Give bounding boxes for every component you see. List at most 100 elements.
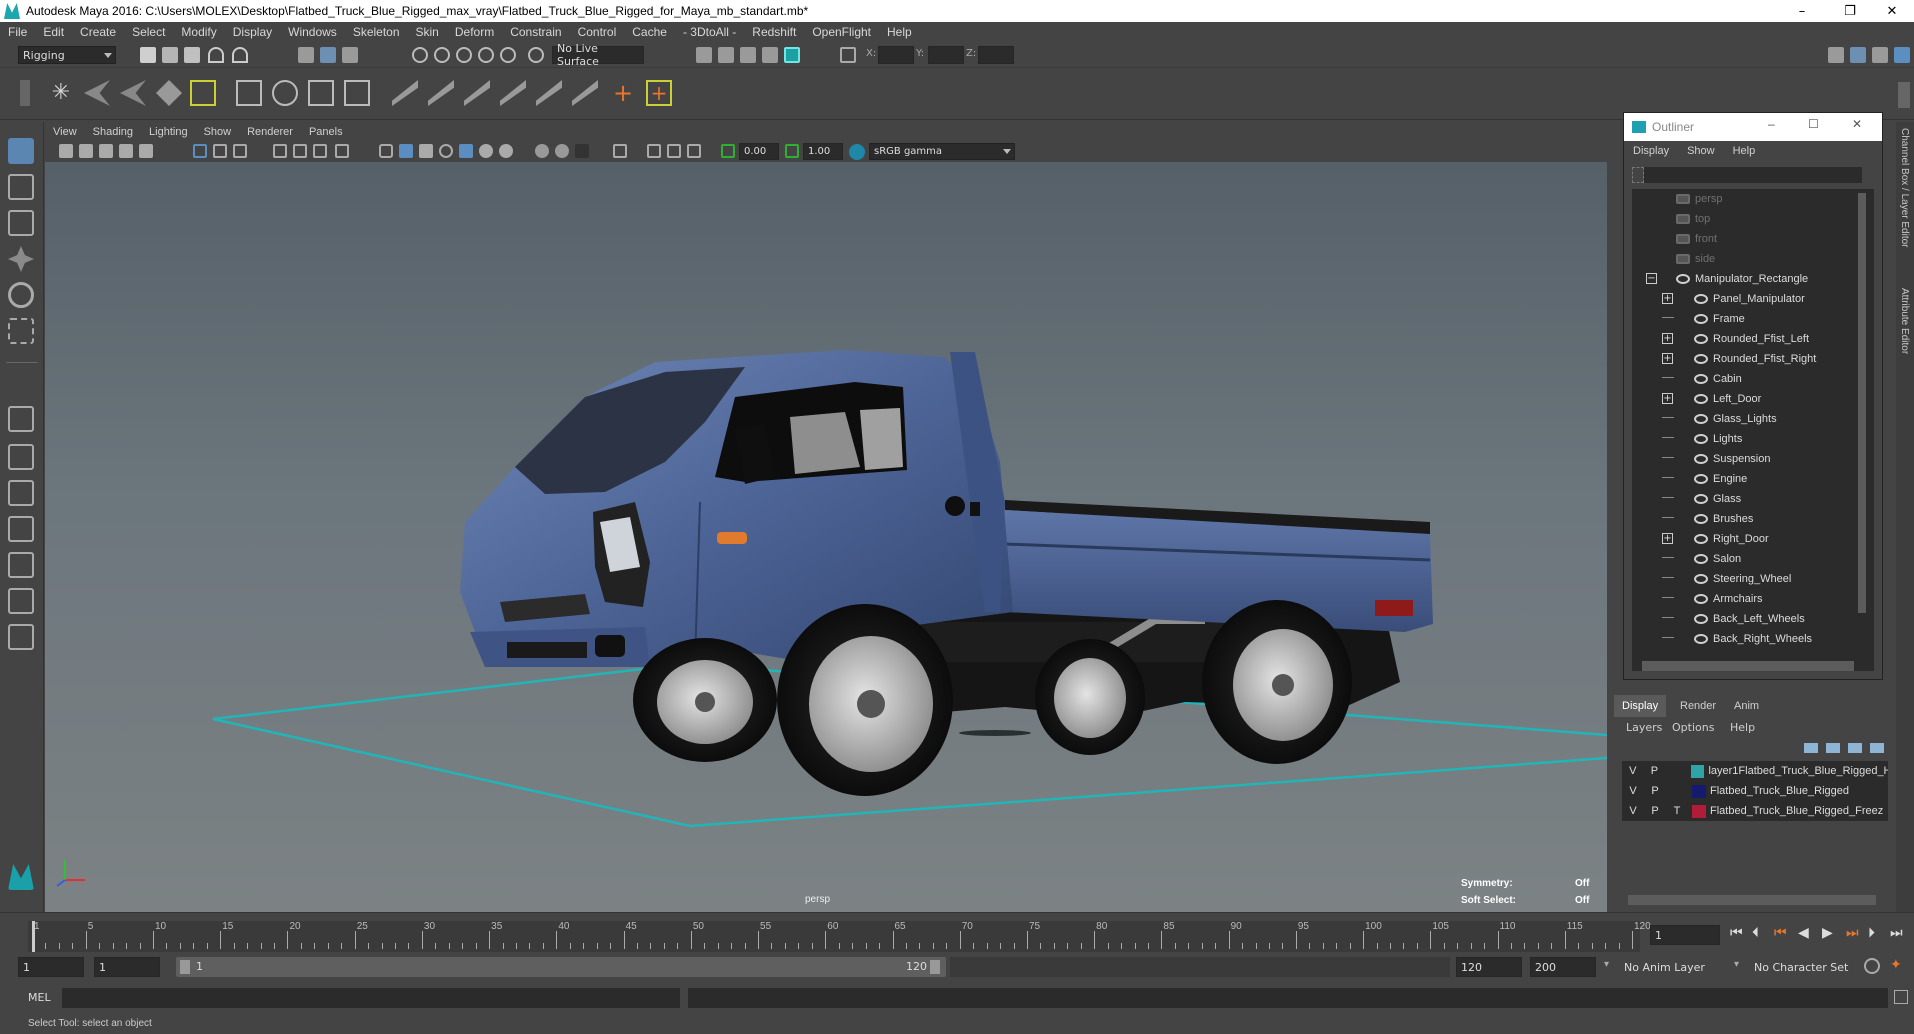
hypershade-layout-icon[interactable] bbox=[8, 588, 34, 614]
command-input[interactable] bbox=[62, 988, 680, 1008]
minimize-button[interactable]: – bbox=[1780, 0, 1824, 22]
front-right-wheel[interactable] bbox=[777, 604, 953, 796]
persp-uv-layout-icon[interactable] bbox=[8, 552, 34, 578]
outliner-item[interactable]: Cabin bbox=[1694, 369, 1742, 389]
save-scene-icon[interactable] bbox=[184, 47, 200, 63]
layer-color-swatch[interactable] bbox=[1692, 784, 1706, 798]
outliner-item[interactable]: top bbox=[1676, 209, 1710, 229]
viewport-menu-view[interactable]: View bbox=[45, 126, 85, 138]
template-toggle[interactable]: T bbox=[1666, 805, 1688, 817]
3d-viewport[interactable]: Symmetry: Off Soft Select: Off persp bbox=[45, 162, 1607, 912]
truck-turn-signal[interactable] bbox=[717, 532, 747, 544]
modeling-toolkit-icon[interactable] bbox=[1828, 47, 1844, 63]
outliner-close-icon[interactable]: ✕ bbox=[1852, 117, 1862, 131]
step-forward-key-icon[interactable]: ⏭ bbox=[1846, 925, 1859, 941]
aim-constraint-icon[interactable] bbox=[536, 80, 562, 106]
menu-control[interactable]: Control bbox=[570, 25, 625, 39]
outliner-item[interactable]: front bbox=[1676, 229, 1717, 249]
outliner-item[interactable]: Back_Left_Wheels bbox=[1694, 609, 1805, 629]
menu-redshift[interactable]: Redshift bbox=[744, 25, 804, 39]
viewport-menu-lighting[interactable]: Lighting bbox=[141, 126, 196, 138]
y-field[interactable] bbox=[928, 46, 964, 64]
film-gate-icon[interactable] bbox=[213, 144, 227, 158]
playback-toggle[interactable]: P bbox=[1644, 785, 1666, 797]
outliner-vertical-scrollbar[interactable] bbox=[1858, 193, 1866, 613]
bookmark-icon[interactable] bbox=[99, 144, 113, 158]
menu-skeleton[interactable]: Skeleton bbox=[345, 25, 408, 39]
outliner-menu-display[interactable]: Display bbox=[1624, 145, 1678, 157]
close-button[interactable]: ✕ bbox=[1870, 0, 1914, 22]
outliner-search-input[interactable] bbox=[1644, 167, 1862, 183]
xray-joints-icon[interactable] bbox=[667, 144, 681, 158]
play-forwards-icon[interactable]: ▶ bbox=[1822, 925, 1833, 941]
joint-tool-icon[interactable]: ✳ bbox=[48, 80, 74, 106]
live-surface-field[interactable]: No Live Surface bbox=[552, 42, 644, 68]
expand-icon[interactable]: + bbox=[1662, 353, 1673, 364]
single-perspective-layout-icon[interactable] bbox=[8, 406, 34, 432]
gamma-icon[interactable] bbox=[785, 144, 799, 158]
playback-end-field[interactable]: 120 bbox=[1456, 957, 1522, 977]
range-slider[interactable]: 1 120 bbox=[176, 957, 946, 977]
layer-color-swatch[interactable] bbox=[1692, 804, 1706, 818]
custom-layout-icon[interactable] bbox=[8, 624, 34, 650]
outliner-item[interactable]: Lights bbox=[1694, 429, 1742, 449]
grid-toggle-icon[interactable] bbox=[193, 144, 207, 158]
play-backwards-icon[interactable]: ◀ bbox=[1798, 925, 1809, 941]
gate-mask-icon[interactable] bbox=[273, 144, 287, 158]
resolution-gate-icon[interactable] bbox=[233, 144, 247, 158]
auto-key-icon[interactable] bbox=[1864, 958, 1880, 974]
new-layer-selected-icon[interactable] bbox=[1870, 743, 1884, 753]
xray-components-icon[interactable] bbox=[687, 144, 701, 158]
make-live-icon[interactable] bbox=[528, 47, 544, 63]
shadows-icon[interactable] bbox=[499, 144, 513, 158]
outliner-item[interactable]: Armchairs bbox=[1694, 589, 1763, 609]
snap-point-icon[interactable] bbox=[456, 47, 472, 63]
exposure-field[interactable]: 0.00 bbox=[739, 143, 779, 160]
outliner-item[interactable]: Brushes bbox=[1694, 509, 1753, 529]
outliner-menu-show[interactable]: Show bbox=[1678, 145, 1724, 157]
outliner-item[interactable]: persp bbox=[1676, 189, 1723, 209]
move-tool-icon[interactable] bbox=[8, 246, 34, 272]
viewport-menu-renderer[interactable]: Renderer bbox=[239, 126, 301, 138]
new-layer-icon[interactable] bbox=[1848, 743, 1862, 753]
outliner-item[interactable]: Salon bbox=[1694, 549, 1741, 569]
xray-icon[interactable] bbox=[647, 144, 661, 158]
isolate-select-icon[interactable] bbox=[613, 144, 627, 158]
color-space-dropdown[interactable]: sRGB gamma bbox=[869, 143, 1015, 160]
outliner-item[interactable]: Rounded_Ffist_Right bbox=[1694, 349, 1816, 369]
script-language-label[interactable]: MEL bbox=[28, 991, 51, 1004]
menuset-dropdown[interactable]: Rigging bbox=[18, 46, 116, 64]
range-slider-track[interactable] bbox=[950, 957, 1450, 977]
outliner-item[interactable]: Suspension bbox=[1694, 449, 1771, 469]
select-hierarchy-icon[interactable] bbox=[298, 47, 314, 63]
color-management-icon[interactable] bbox=[849, 144, 865, 160]
tab-attribute-editor[interactable]: Attribute Editor bbox=[1899, 288, 1910, 354]
tab-render-layers[interactable]: Render bbox=[1672, 695, 1724, 717]
ik-handle-icon[interactable] bbox=[84, 80, 110, 106]
bind-skin-icon[interactable] bbox=[190, 80, 216, 106]
ipr-render-icon[interactable] bbox=[740, 47, 756, 63]
outliner-item[interactable]: Engine bbox=[1694, 469, 1747, 489]
sculpt-deformer-icon[interactable] bbox=[344, 80, 370, 106]
layer-row[interactable]: V P T Flatbed_Truck_Blue_Rigged_Freez bbox=[1622, 801, 1888, 821]
visibility-toggle[interactable]: V bbox=[1622, 785, 1644, 797]
outliner-item[interactable]: Panel_Manipulator bbox=[1694, 289, 1805, 309]
animation-start-field[interactable]: 1 bbox=[18, 957, 84, 977]
field-chart-icon[interactable] bbox=[293, 144, 307, 158]
expand-icon[interactable]: + bbox=[1662, 333, 1673, 344]
textured-icon[interactable] bbox=[459, 144, 473, 158]
outliner-item[interactable]: Glass bbox=[1694, 489, 1741, 509]
tab-channel-box-layer-editor[interactable]: Channel Box / Layer Editor bbox=[1899, 128, 1910, 248]
menu-file[interactable]: File bbox=[0, 25, 35, 39]
outliner-item[interactable]: Steering_Wheel bbox=[1694, 569, 1791, 589]
undo-icon[interactable] bbox=[208, 47, 224, 63]
menu-3dtoall[interactable]: - 3DtoAll - bbox=[675, 25, 744, 39]
collapse-icon[interactable]: − bbox=[1646, 273, 1657, 284]
front-left-wheel[interactable] bbox=[633, 638, 777, 762]
step-back-frame-icon[interactable]: ⏴ bbox=[1752, 925, 1759, 941]
scale-constraint-icon[interactable] bbox=[500, 80, 526, 106]
expand-icon[interactable]: + bbox=[1662, 533, 1673, 544]
truck-fog-light[interactable] bbox=[595, 635, 625, 657]
lasso-tool-icon[interactable] bbox=[8, 174, 34, 200]
tab-display-layers[interactable]: Display bbox=[1614, 695, 1667, 717]
